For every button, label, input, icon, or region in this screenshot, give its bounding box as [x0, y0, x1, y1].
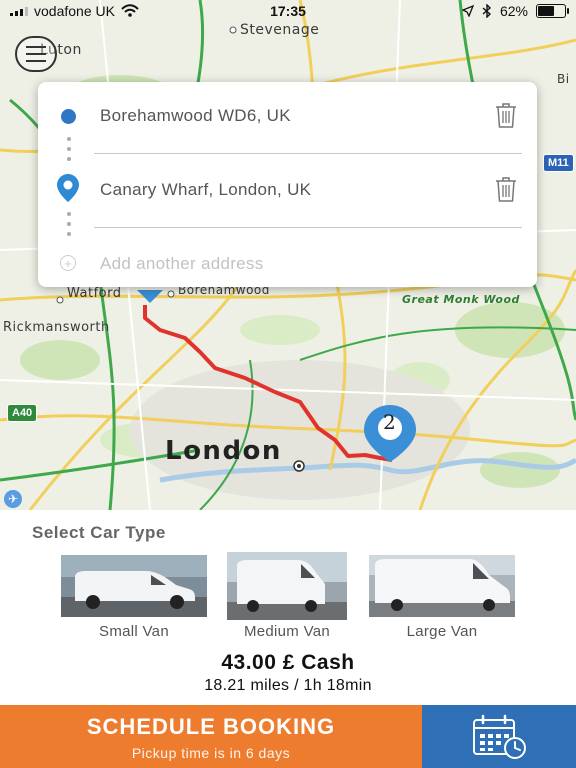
bluetooth-icon	[482, 4, 491, 18]
status-bar: vodafone UK 17:35 62%	[0, 0, 576, 24]
delete-origin-trash-icon[interactable]	[493, 102, 519, 128]
schedule-booking-label: SCHEDULE BOOKING	[86, 714, 336, 739]
large-van-label: Large Van	[406, 623, 478, 640]
battery-percent: 62%	[499, 3, 528, 19]
menu-line	[26, 60, 46, 62]
small-van-image	[61, 555, 207, 617]
distance-duration: 18.21 miles / 1h 18min	[204, 677, 372, 694]
map-label-stevenage: Stevenage	[240, 22, 320, 38]
map-label-great-monk-wood: Great Monk Wood	[402, 293, 520, 306]
medium-van-image	[227, 552, 347, 620]
destination-address[interactable]: Canary Wharf, London, UK	[100, 180, 311, 200]
address-divider	[94, 227, 522, 228]
destination-marker-number: 2	[383, 410, 396, 434]
schedule-booking-button[interactable]: SCHEDULE BOOKING Pickup time is in 6 day…	[0, 705, 422, 768]
car-option-large-van[interactable]: Large Van	[369, 555, 515, 640]
delete-destination-trash-icon[interactable]	[493, 176, 519, 202]
large-van-image	[369, 555, 515, 617]
location-arrow-icon	[461, 5, 474, 17]
menu-button[interactable]	[15, 36, 57, 72]
price-display: 43.00 £ Cash	[221, 651, 355, 674]
map-label-rickmansworth: Rickmansworth	[3, 320, 110, 335]
car-option-small-van[interactable]: Small Van	[61, 555, 207, 640]
airport-icon: ✈	[4, 490, 22, 508]
car-option-medium-van[interactable]: Medium Van	[227, 552, 347, 640]
car-type-title: Select Car Type	[32, 523, 166, 542]
battery-icon	[536, 4, 569, 18]
calendar-button[interactable]	[422, 705, 576, 768]
car-type-panel: Select Car Type Small Van Medium Van Lar…	[0, 510, 576, 705]
origin-address[interactable]: Borehamwood WD6, UK	[100, 106, 291, 126]
origin-address-row[interactable]: Borehamwood WD6, UK	[38, 94, 537, 144]
add-address-row[interactable]: Add another address	[38, 242, 537, 292]
address-card: Borehamwood WD6, UK Canary Wharf, London…	[38, 82, 537, 287]
small-van-label: Small Van	[99, 623, 169, 640]
road-badge-a40: A40	[7, 404, 38, 422]
destination-address-row[interactable]: Canary Wharf, London, UK	[38, 168, 537, 218]
status-right-group: 62%	[461, 3, 569, 19]
pickup-time-label: Pickup time is in 6 days	[131, 745, 291, 761]
menu-line	[26, 53, 46, 55]
add-address-placeholder[interactable]: Add another address	[100, 254, 264, 274]
medium-van-label: Medium Van	[243, 623, 331, 640]
calendar-clock-icon	[473, 714, 526, 759]
menu-line	[26, 46, 46, 48]
road-badge-m11: M11	[543, 154, 574, 172]
address-divider	[94, 153, 522, 154]
map-label-bi: Bi	[557, 72, 570, 86]
map-label-london: London	[165, 436, 282, 466]
